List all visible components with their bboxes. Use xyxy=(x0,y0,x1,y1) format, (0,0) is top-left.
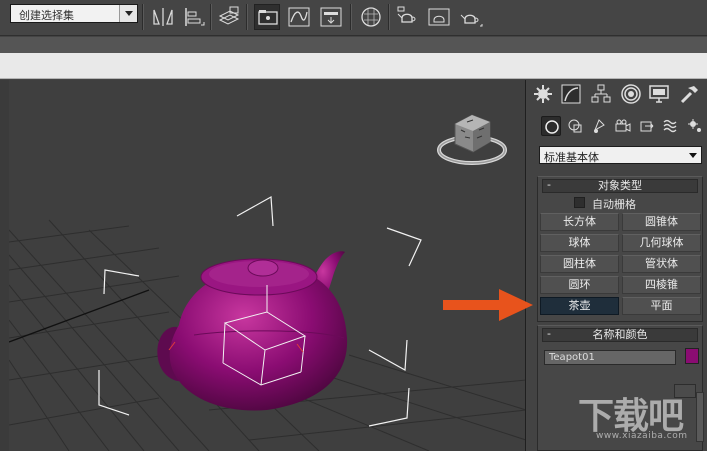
box-button[interactable]: 长方体 xyxy=(540,213,619,231)
shapes-icon[interactable] xyxy=(565,116,585,136)
systems-icon[interactable] xyxy=(685,116,705,136)
hierarchy-tab-icon[interactable] xyxy=(589,82,613,106)
geometry-icon[interactable] xyxy=(541,116,561,136)
toolbar-separator xyxy=(142,4,144,30)
main-toolbar: 创建选择集 xyxy=(0,0,707,36)
tube-button[interactable]: 管状体 xyxy=(622,255,701,273)
modify-tab-icon[interactable] xyxy=(559,82,583,106)
object-type-title: 对象类型 xyxy=(598,179,642,192)
sphere-button[interactable]: 球体 xyxy=(540,234,619,252)
cylinder-button[interactable]: 圆柱体 xyxy=(540,255,619,273)
viewport-left-edge xyxy=(0,80,9,451)
autogrid-checkbox[interactable] xyxy=(574,197,585,208)
selection-set-dropdown[interactable]: 创建选择集 xyxy=(10,4,138,23)
collapse-icon[interactable]: - xyxy=(547,328,551,340)
selection-set-label: 创建选择集 xyxy=(19,9,74,22)
layer-manager-icon[interactable] xyxy=(216,4,242,30)
schematic-view-icon[interactable] xyxy=(318,4,344,30)
utilities-tab-icon[interactable] xyxy=(677,82,701,106)
category-dropdown[interactable]: 标准基本体 xyxy=(539,146,702,164)
display-tab-icon[interactable] xyxy=(647,82,671,106)
viewport-canvas xyxy=(9,114,525,451)
ribbon-strip xyxy=(0,37,707,53)
command-panel-tabs xyxy=(527,80,707,108)
object-type-buttons: 长方体 圆锥体 球体 几何球体 圆柱体 管状体 圆环 四棱锥 茶壶 平面 xyxy=(538,211,702,319)
autogrid-option[interactable]: 自动栅格 xyxy=(574,195,702,211)
viewcube-icon xyxy=(437,114,507,165)
helpers-icon[interactable] xyxy=(637,116,657,136)
name-color-rollout-header[interactable]: - 名称和颜色 xyxy=(542,328,698,342)
curve-editor-icon[interactable] xyxy=(286,4,312,30)
grid-axis-line xyxy=(9,289,150,343)
material-editor-icon[interactable] xyxy=(358,4,384,30)
object-name-field[interactable]: Teapot01 xyxy=(544,350,676,365)
create-tab-icon[interactable] xyxy=(531,82,555,106)
object-type-rollout-header[interactable]: - 对象类型 xyxy=(542,179,698,193)
align-icon[interactable] xyxy=(180,4,206,30)
annotation-arrow-icon xyxy=(443,287,535,326)
cameras-icon[interactable] xyxy=(613,116,633,136)
teapot-object xyxy=(157,251,348,411)
watermark-url: www.xiazaiba.com xyxy=(596,431,688,441)
torus-button[interactable]: 圆环 xyxy=(540,276,619,294)
ribbon-bar xyxy=(0,53,707,79)
toolbar-separator xyxy=(388,4,390,30)
toolbar-separator xyxy=(210,4,212,30)
render-production-icon[interactable] xyxy=(458,4,484,30)
category-dropdown-value: 标准基本体 xyxy=(544,151,599,164)
render-setup-icon[interactable] xyxy=(394,4,420,30)
perspective-viewport[interactable] xyxy=(9,80,526,451)
lights-icon[interactable] xyxy=(589,116,609,136)
toolbar-separator xyxy=(350,4,352,30)
mirror-icon[interactable] xyxy=(150,4,176,30)
space-warps-icon[interactable] xyxy=(661,116,681,136)
create-subcategories xyxy=(527,114,707,140)
object-type-rollout: - 对象类型 自动栅格 长方体 圆锥体 球体 几何球体 圆柱体 管状体 圆环 四… xyxy=(537,176,703,322)
teapot-button[interactable]: 茶壶 xyxy=(540,297,619,315)
pyramid-button[interactable]: 四棱锥 xyxy=(622,276,701,294)
chevron-down-icon[interactable] xyxy=(689,153,697,158)
chevron-down-icon[interactable] xyxy=(119,5,137,22)
motion-tab-icon[interactable] xyxy=(619,82,643,106)
cone-button[interactable]: 圆锥体 xyxy=(622,213,701,231)
object-color-swatch[interactable] xyxy=(685,348,699,364)
geosphere-button[interactable]: 几何球体 xyxy=(622,234,701,252)
toolbar-separator xyxy=(246,4,248,30)
name-color-title: 名称和颜色 xyxy=(592,328,648,341)
watermark: 下载吧 www.xiazaiba.com xyxy=(578,387,707,451)
render-frame-icon[interactable] xyxy=(426,4,452,30)
collapse-icon[interactable]: - xyxy=(547,179,551,191)
plane-button[interactable]: 平面 xyxy=(622,297,701,315)
autogrid-label: 自动栅格 xyxy=(592,198,636,211)
scene-explorer-icon[interactable] xyxy=(254,4,280,30)
